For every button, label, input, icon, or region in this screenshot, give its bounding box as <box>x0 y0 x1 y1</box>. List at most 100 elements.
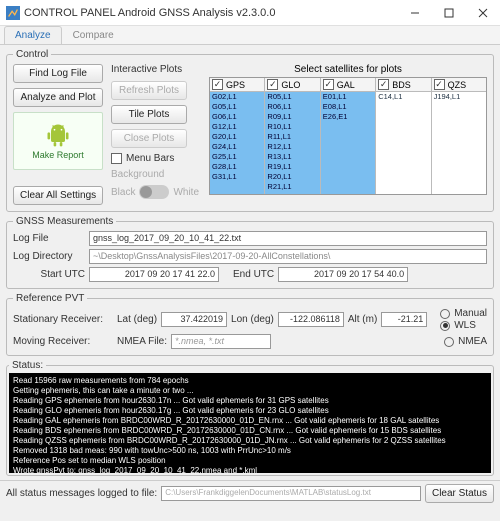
log-dir-field[interactable]: ~\Desktop\GnssAnalysisFiles\2017-09-20-A… <box>89 249 487 264</box>
moving-label: Moving Receiver: <box>13 336 113 347</box>
gnss-legend: GNSS Measurements <box>13 216 116 227</box>
log-file-label: Log File <box>13 233 85 244</box>
status-line: Reading BDS ephemeris from BRDC00WRD_R_2… <box>13 426 487 436</box>
sat-item[interactable]: R10,L1 <box>265 122 319 132</box>
sat-item[interactable]: R06,L1 <box>265 102 319 112</box>
app-logo-icon <box>6 6 20 20</box>
sat-item[interactable]: G28,L1 <box>210 162 264 172</box>
sat-gal-list[interactable]: E01,L1E08,L1E26,E1 <box>321 92 375 194</box>
sat-item[interactable]: E26,E1 <box>321 112 375 122</box>
sat-qzs-label: QZS <box>448 80 467 90</box>
sat-item[interactable]: R13,L1 <box>265 152 319 162</box>
end-utc-label: End UTC <box>233 269 274 280</box>
sat-item[interactable]: R21,L1 <box>265 182 319 192</box>
sat-qzs-checkbox[interactable] <box>434 79 445 90</box>
status-group: Status: Read 15966 raw measurements from… <box>6 360 494 476</box>
nmea-file-label: NMEA File: <box>117 336 167 347</box>
alt-field[interactable]: -21.21 <box>381 312 427 327</box>
sat-item[interactable]: E01,L1 <box>321 92 375 102</box>
nmea-label: NMEA <box>458 336 487 347</box>
sat-item[interactable]: R20,L1 <box>265 172 319 182</box>
nmea-file-field[interactable]: *.nmea, *.txt <box>171 334 271 349</box>
window-title: CONTROL PANEL Android GNSS Analysis v2.3… <box>24 7 275 19</box>
sat-bds-list[interactable]: C14,L1 <box>376 92 430 194</box>
clear-status-button[interactable]: Clear Status <box>425 484 494 503</box>
end-utc-field[interactable]: 2017 09 20 17 54 40.0 <box>278 267 408 282</box>
maximize-button[interactable] <box>432 0 466 26</box>
log-dir-label: Log Directory <box>13 251 85 262</box>
sat-glo-list[interactable]: R05,L1R06,L1R09,L1R10,L1R11,L1R12,L1R13,… <box>265 92 319 194</box>
tile-plots-button[interactable]: Tile Plots <box>111 105 187 124</box>
background-label: Background <box>111 169 199 180</box>
footer: All status messages logged to file: C:\U… <box>0 480 500 506</box>
lon-label: Lon (deg) <box>231 314 274 325</box>
sat-item[interactable]: E08,L1 <box>321 102 375 112</box>
find-log-button[interactable]: Find Log File <box>13 64 103 83</box>
sat-item[interactable]: G02,L1 <box>210 92 264 102</box>
bg-black-label: Black <box>111 187 135 198</box>
close-button[interactable] <box>466 0 500 26</box>
android-robot-icon <box>44 122 72 148</box>
sat-item[interactable]: R22,L1 <box>265 192 319 194</box>
tab-analyze[interactable]: Analyze <box>4 26 62 44</box>
lat-label: Lat (deg) <box>117 314 157 325</box>
sat-item[interactable]: G06,L1 <box>210 112 264 122</box>
close-plots-button[interactable]: Close Plots <box>111 129 187 148</box>
sat-gps-label: GPS <box>226 80 245 90</box>
satellite-columns: GPSG02,L1G05,L1G06,L1G12,L1G20,L1G24,L1G… <box>209 77 487 195</box>
sat-item[interactable]: G05,L1 <box>210 102 264 112</box>
clear-all-button[interactable]: Clear All Settings <box>13 186 103 205</box>
nmea-radio[interactable] <box>444 337 454 347</box>
status-line: Wrote gnssPvt to: gnss_log_2017_09_20_10… <box>13 466 487 473</box>
control-legend: Control <box>13 49 51 60</box>
refresh-plots-button[interactable]: Refresh Plots <box>111 81 187 100</box>
sat-item[interactable]: G20,L1 <box>210 132 264 142</box>
manual-radio[interactable] <box>440 309 450 319</box>
sat-gps-list[interactable]: G02,L1G05,L1G06,L1G12,L1G20,L1G24,L1G25,… <box>210 92 264 194</box>
status-line: Reading QZSS ephemeris from BRDC00WRD_R_… <box>13 436 487 446</box>
sat-bds-checkbox[interactable] <box>378 79 389 90</box>
sat-item[interactable]: G31,L1 <box>210 172 264 182</box>
sat-item[interactable]: G12,L1 <box>210 122 264 132</box>
sat-item[interactable]: J194,L1 <box>432 92 486 102</box>
log-file-field[interactable]: gnss_log_2017_09_20_10_41_22.txt <box>89 231 487 246</box>
sat-item[interactable]: R19,L1 <box>265 162 319 172</box>
sat-glo-label: GLO <box>281 80 300 90</box>
sat-gps-checkbox[interactable] <box>212 79 223 90</box>
tab-bar: Analyze Compare <box>0 26 500 45</box>
sat-col-qzs: QZS J194,L1 <box>432 78 486 194</box>
sat-col-glo: GLOR05,L1R06,L1R09,L1R10,L1R11,L1R12,L1R… <box>265 78 320 194</box>
status-line: Reading GAL ephemeris from BRDC00WRD_R_2… <box>13 416 487 426</box>
sat-qzs-list[interactable]: J194,L1 <box>432 92 486 194</box>
status-line: Getting ephemeris, this can take a minut… <box>13 386 487 396</box>
sat-item[interactable]: R05,L1 <box>265 92 319 102</box>
background-toggle[interactable] <box>139 185 169 199</box>
menu-bars-checkbox[interactable] <box>111 153 122 164</box>
start-utc-field[interactable]: 2017 09 20 17 41 22.0 <box>89 267 219 282</box>
analyze-plot-button[interactable]: Analyze and Plot <box>13 88 103 107</box>
pvt-legend: Reference PVT <box>13 293 87 304</box>
sat-item[interactable]: R12,L1 <box>265 142 319 152</box>
sat-item[interactable]: R11,L1 <box>265 132 319 142</box>
sat-item[interactable]: R09,L1 <box>265 112 319 122</box>
lat-field[interactable]: 37.422019 <box>161 312 227 327</box>
sat-col-bds: BDSC14,L1 <box>376 78 431 194</box>
bg-white-label: White <box>173 187 199 198</box>
footer-path: C:\Users\FrankdiggelenDocuments\MATLAB\s… <box>161 486 421 501</box>
sat-item[interactable]: C14,L1 <box>376 92 430 102</box>
satellite-header: Select satellites for plots <box>209 64 487 75</box>
menu-bars-label: Menu Bars <box>126 153 174 164</box>
status-line: Reading GLO ephemeris from hour2630.17g … <box>13 406 487 416</box>
make-report-button[interactable]: Make Report <box>13 112 103 170</box>
lon-field[interactable]: -122.086118 <box>278 312 344 327</box>
tab-compare[interactable]: Compare <box>62 26 125 44</box>
minimize-button[interactable] <box>398 0 432 26</box>
sat-item[interactable]: G25,L1 <box>210 152 264 162</box>
start-utc-label: Start UTC <box>13 269 85 280</box>
sat-gal-label: GAL <box>337 80 355 90</box>
wls-radio[interactable] <box>440 321 450 331</box>
sat-gal-checkbox[interactable] <box>323 79 334 90</box>
sat-glo-checkbox[interactable] <box>267 79 278 90</box>
sat-item[interactable]: G24,L1 <box>210 142 264 152</box>
interactive-plots-label: Interactive Plots <box>111 64 199 75</box>
